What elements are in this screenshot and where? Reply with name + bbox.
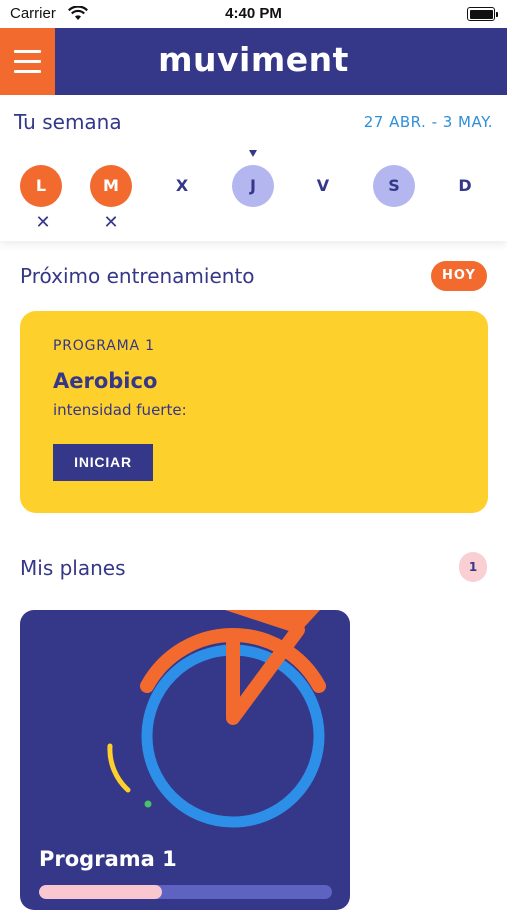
next-training-title: Próximo entrenamiento: [20, 264, 255, 288]
week-panel: Tu semana 27 ABR. - 3 MAY. L M X J V S D…: [0, 95, 507, 241]
clock: 4:40 PM: [225, 5, 282, 22]
workout-intensity: intensidad fuerte:: [53, 401, 187, 419]
battery-icon: [467, 7, 498, 21]
plan-progress-bar: [39, 885, 332, 899]
day-thursday[interactable]: J: [232, 165, 274, 207]
day-friday[interactable]: V: [302, 165, 344, 207]
plan-progress-fill: [39, 885, 163, 899]
app-header: muviment: [0, 28, 507, 95]
day-tuesday[interactable]: M: [90, 165, 132, 207]
day-sunday[interactable]: D: [444, 165, 486, 207]
day-wednesday[interactable]: X: [161, 165, 203, 207]
app-logo: muviment: [158, 40, 349, 79]
plan-card[interactable]: Programa 1: [20, 610, 350, 910]
today-badge: HOY: [431, 261, 487, 291]
plan-name: Programa 1: [39, 847, 177, 871]
week-title: Tu semana: [14, 110, 122, 134]
status-bar: Carrier 4:40 PM: [0, 0, 507, 28]
day-tuesday-done-icon: ✕: [103, 212, 119, 233]
day-monday-done-icon: ✕: [35, 212, 51, 233]
workout-name: Aerobico: [53, 369, 158, 393]
day-saturday[interactable]: S: [373, 165, 415, 207]
plans-count-badge: 1: [459, 552, 487, 582]
next-training-card[interactable]: PROGRAMA 1 Aerobico intensidad fuerte: I…: [20, 311, 488, 513]
today-marker-icon: [249, 150, 257, 157]
start-button[interactable]: INICIAR: [53, 444, 153, 481]
program-label: PROGRAMA 1: [53, 338, 155, 354]
day-monday[interactable]: L: [20, 165, 62, 207]
my-plans-title: Mis planes: [20, 556, 126, 580]
stopwatch-illustration-icon: [107, 610, 326, 828]
week-range[interactable]: 27 ABR. - 3 MAY.: [364, 113, 493, 131]
